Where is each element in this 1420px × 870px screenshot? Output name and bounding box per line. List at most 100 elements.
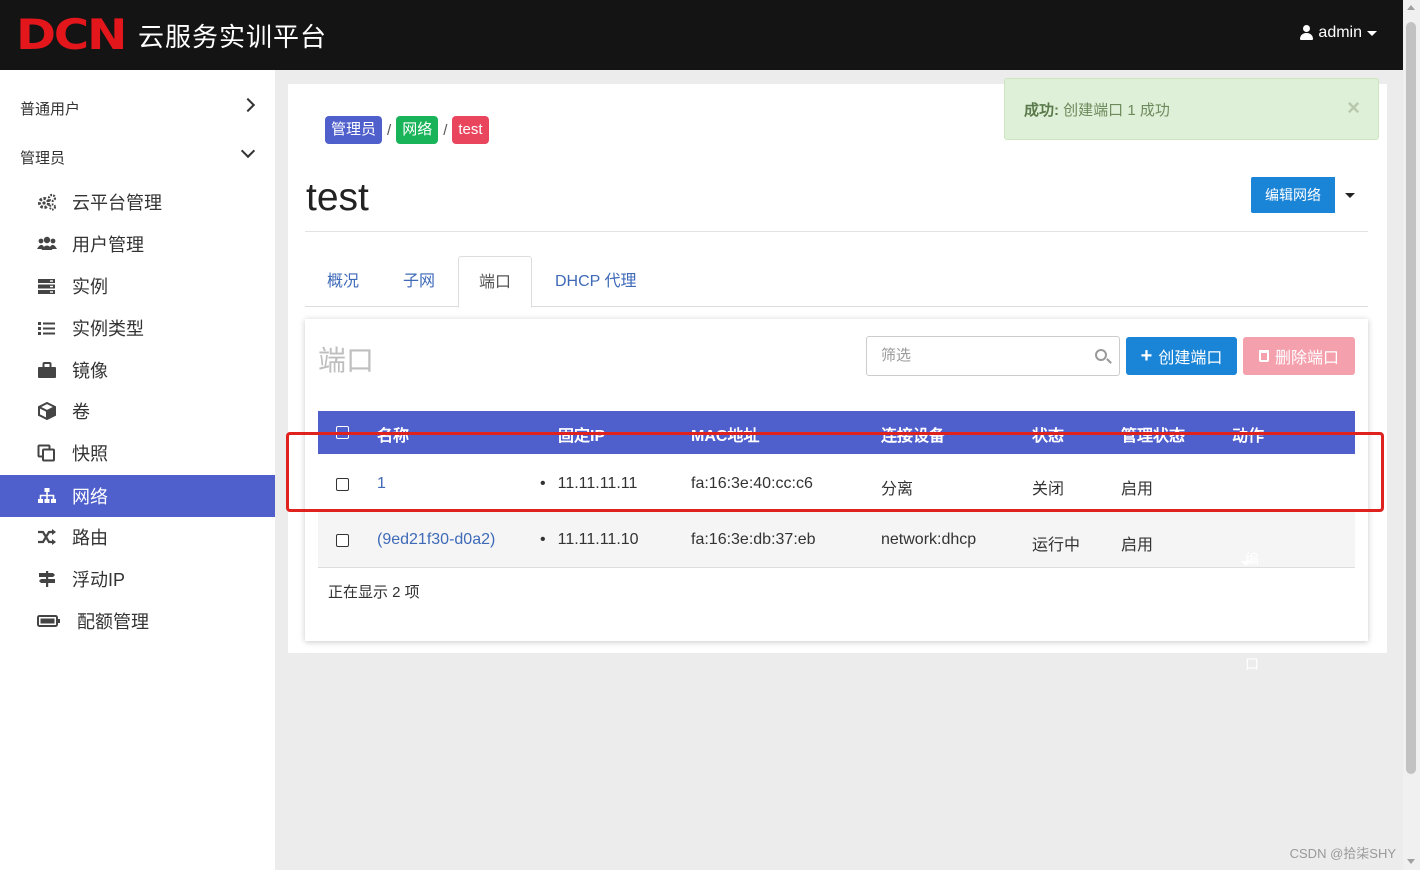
caret-down-icon (1241, 505, 1251, 510)
select-all-checkbox[interactable] (336, 426, 349, 439)
breadcrumb-separator: / (387, 121, 392, 139)
breadcrumb-admin[interactable]: 管理员 (325, 116, 383, 144)
logo-text: 云服务实训平台 (138, 21, 328, 52)
sidebar-item-images[interactable]: 镜像 (0, 349, 275, 391)
users-icon (37, 235, 57, 253)
column-header-name[interactable]: 名称 (377, 422, 409, 446)
row-checkbox[interactable] (336, 534, 349, 547)
filter-input[interactable]: 筛选 (866, 336, 1120, 376)
trash-icon (1258, 350, 1269, 362)
divider (305, 231, 1368, 232)
port-admin-state: 启用 (1121, 537, 1154, 554)
sidebar-item-snapshots[interactable]: 快照 (0, 432, 275, 474)
port-name-link[interactable]: (9ed21f30-d0a2) (377, 531, 495, 549)
watermark: CSDN @拾柒SHY (1289, 846, 1396, 861)
edit-network-button-group: 编辑网络 (1251, 177, 1365, 213)
sidebar-item-label: 云平台管理 (72, 193, 162, 213)
port-name-link[interactable]: 1 (377, 475, 386, 493)
cogs-icon (37, 193, 57, 211)
port-mac: fa:16:3e:db:37:eb (691, 531, 816, 548)
tab-overview[interactable]: 概况 (307, 256, 379, 307)
sidebar-item-label: 实例类型 (72, 319, 144, 339)
column-header-actions: 动作 (1232, 428, 1265, 445)
scroll-up-arrow-icon[interactable] (1407, 5, 1415, 10)
success-alert: 成功: 创建端口 1 成功 × (1004, 78, 1379, 140)
sidebar-item-label: 快照 (72, 444, 108, 464)
server-icon (37, 277, 57, 295)
breadcrumb: 管理员 / 网络 / test (325, 116, 489, 144)
alert-message: 创建端口 1 成功 (1063, 102, 1170, 119)
page-title: test (306, 176, 369, 219)
scrollbar-thumb[interactable] (1406, 22, 1416, 774)
table-row: 1 11.11.11.11 fa:16:3e:40:cc:c6 分离 关闭 启用… (318, 456, 1355, 616)
sidebar-item-instances[interactable]: 实例 (0, 265, 275, 307)
sidebar-item-label: 实例 (72, 277, 108, 297)
brand-logo[interactable]: DCN 云服务实训平台 (16, 10, 328, 59)
sidebar-item-networks[interactable]: 网络 (0, 475, 275, 517)
sidebar-item-instance-types[interactable]: 实例类型 (0, 307, 275, 349)
copy-icon (37, 444, 57, 462)
edit-network-dropdown-toggle[interactable] (1335, 177, 1365, 213)
tab-dhcp-agents[interactable]: DHCP 代理 (535, 256, 657, 307)
signpost-icon (37, 570, 57, 588)
ports-table-title: 端口 (318, 345, 375, 376)
port-device: network:dhcp (881, 531, 977, 548)
sidebar-item-routers[interactable]: 路由 (0, 516, 275, 558)
port-admin-state: 启用 (1121, 481, 1154, 498)
random-icon (37, 528, 57, 546)
port-status: 关闭 (1032, 481, 1065, 498)
column-header-mac[interactable]: MAC地址 (691, 422, 759, 446)
breadcrumb-separator: / (443, 121, 448, 139)
sidebar-item-label: 路由 (72, 528, 108, 548)
user-menu-dropdown[interactable]: admin (1300, 24, 1377, 42)
sidebar-group-admin[interactable]: 管理员 (0, 133, 275, 181)
delete-ports-label: 删除端口 (1274, 350, 1339, 367)
row-checkbox[interactable] (336, 478, 349, 491)
create-port-button[interactable]: + 创建端口 (1126, 337, 1237, 375)
column-header-fixed-ip[interactable]: 固定IP (558, 422, 605, 446)
alert-text: 成功: 创建端口 1 成功 (1024, 99, 1170, 120)
port-device: 分离 (881, 481, 914, 498)
sidebar-item-label: 浮动IP (72, 570, 126, 590)
search-icon (1095, 349, 1107, 361)
user-icon (1300, 25, 1314, 41)
delete-ports-button[interactable]: 删除端口 (1243, 337, 1355, 375)
edit-network-button[interactable]: 编辑网络 (1251, 177, 1335, 213)
column-header-admin-state[interactable]: 管理状态 (1121, 422, 1185, 446)
edit-port-button[interactable]: 编辑端口 (1232, 542, 1272, 682)
breadcrumb-current: test (452, 116, 489, 144)
port-mac: fa:16:3e:40:cc:c6 (691, 475, 813, 492)
sidebar-item-user-management[interactable]: 用户管理 (0, 223, 275, 265)
sidebar-item-cloud-platform[interactable]: 云平台管理 (0, 181, 275, 223)
sidebar-item-label: 卷 (72, 402, 90, 422)
sidebar: 普通用户 管理员 云平台管理 用户管理 实例 实例类型 镜像 卷 快照 网络 路… (0, 70, 275, 870)
column-header-status[interactable]: 状态 (1032, 422, 1064, 446)
sidebar-item-label: 用户管理 (72, 235, 144, 255)
caret-down-icon (1241, 561, 1251, 566)
chevron-down-icon (240, 143, 256, 159)
close-icon[interactable]: × (1347, 95, 1360, 121)
tab-ports[interactable]: 端口 (458, 256, 533, 308)
user-name: admin (1318, 24, 1362, 41)
vertical-scrollbar[interactable] (1403, 0, 1420, 870)
sidebar-item-volumes[interactable]: 卷 (0, 390, 275, 432)
column-header-device[interactable]: 连接设备 (881, 422, 945, 446)
filter-placeholder: 筛选 (881, 347, 912, 364)
list-icon (37, 319, 57, 337)
sidebar-item-floating-ip[interactable]: 浮动IP (0, 558, 275, 600)
sidebar-item-label: 配额管理 (77, 612, 149, 632)
breadcrumb-networks[interactable]: 网络 (396, 116, 439, 144)
sidebar-item-label: 网络 (72, 487, 108, 507)
logo-mark: DCN (16, 10, 127, 59)
ports-table-card: 端口 筛选 + 创建端口 删除端口 名称 固定IP MAC地址 连接设备 状态 … (305, 319, 1368, 672)
top-navbar: DCN 云服务实训平台 admin (0, 0, 1403, 70)
alert-title: 成功: (1024, 102, 1059, 119)
cube-icon (37, 401, 57, 421)
sidebar-item-quota-management[interactable]: 配额管理 (0, 600, 275, 642)
port-fixed-ip: 11.11.11.11 (540, 475, 638, 493)
sidebar-group-normal-user[interactable]: 普通用户 (0, 84, 275, 132)
tab-subnets[interactable]: 子网 (383, 256, 455, 307)
scroll-down-arrow-icon[interactable] (1407, 859, 1415, 864)
caret-down-icon (1367, 30, 1377, 36)
caret-down-icon (1345, 192, 1355, 198)
